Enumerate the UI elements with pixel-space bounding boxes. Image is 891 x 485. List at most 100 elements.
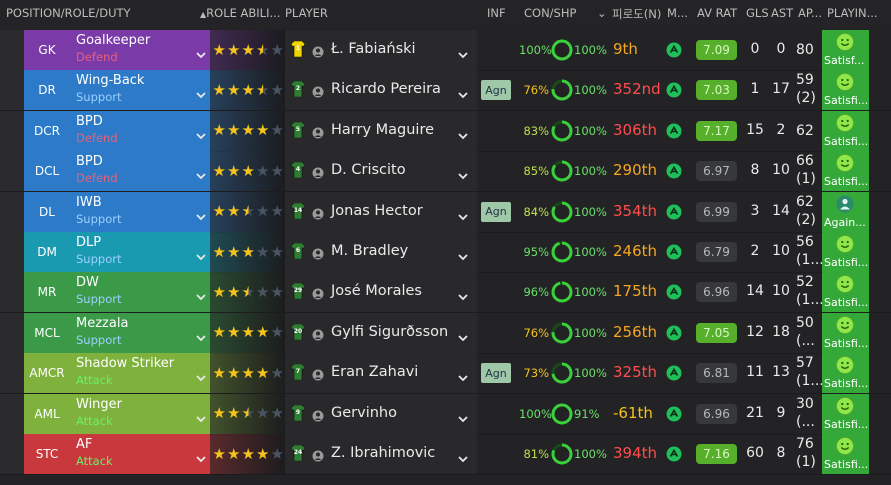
- chevron-down-icon[interactable]: [458, 166, 468, 180]
- chevron-down-icon[interactable]: [196, 247, 206, 261]
- playing-time-cell[interactable]: Satisfi...: [822, 151, 869, 192]
- col-ast[interactable]: AST: [771, 6, 793, 20]
- player-name[interactable]: Gervinho: [331, 405, 397, 421]
- role-duty-selector[interactable]: AF Attack: [70, 434, 210, 474]
- role-duty-selector[interactable]: DW Support: [70, 272, 210, 313]
- player-cell[interactable]: 1 Ł. Fabiański: [285, 30, 477, 70]
- player-cell[interactable]: 4 D. Criscito: [285, 151, 477, 192]
- role-duty-selector[interactable]: Goalkeeper Defend: [70, 30, 210, 70]
- player-cell[interactable]: 29 José Morales: [285, 272, 477, 313]
- chevron-down-icon[interactable]: [458, 207, 468, 220]
- col-role-ability[interactable]: ▲ROLE ABILI...: [200, 6, 280, 20]
- player-cell[interactable]: 2 Ricardo Pereira: [285, 70, 477, 111]
- playing-time-cell[interactable]: Satisf...: [822, 30, 869, 70]
- chevron-down-icon[interactable]: [196, 85, 206, 99]
- col-sort-arrow[interactable]: ⌄: [597, 6, 607, 20]
- role-duty-selector[interactable]: Wing-Back Support: [70, 70, 210, 111]
- assists-value: 18: [772, 323, 790, 340]
- table-row[interactable]: GK Goalkeeper Defend ★ ★ ★ ★ ★ 1 Ł. Fabiański 100%…: [0, 30, 891, 71]
- position-label: DCL: [24, 151, 70, 192]
- sharpness-value: 100%: [574, 366, 607, 381]
- player-name[interactable]: Ł. Fabiański: [331, 41, 416, 57]
- chevron-down-icon[interactable]: [458, 409, 468, 422]
- chevron-down-icon[interactable]: [458, 287, 468, 301]
- playing-time-cell[interactable]: Satisfi...: [822, 434, 869, 474]
- player-name[interactable]: José Morales: [331, 283, 422, 299]
- chevron-down-icon[interactable]: [196, 287, 206, 301]
- player-cell[interactable]: 6 M. Bradley: [285, 232, 477, 272]
- role-duty-selector[interactable]: Winger Attack: [70, 393, 210, 434]
- col-korean[interactable]: 피로도(N): [612, 6, 661, 22]
- influence-badge[interactable]: Agn: [481, 201, 511, 222]
- player-name[interactable]: Z. Ibrahimovic: [331, 445, 435, 461]
- role-duty-selector[interactable]: BPD Defend: [70, 151, 210, 192]
- player-cell[interactable]: 5 Harry Maguire: [285, 110, 477, 151]
- player-cell[interactable]: 9 Gervinho: [285, 393, 477, 434]
- role-duty-selector[interactable]: IWB Support: [70, 191, 210, 232]
- influence-badge[interactable]: Agn: [481, 363, 511, 384]
- chevron-down-icon[interactable]: [196, 126, 206, 140]
- duty-label: Support: [76, 90, 122, 105]
- table-row[interactable]: DL IWB Support ★ ★ ★ ★ ★ 14 Jonas Hector Agn 84% 100…: [0, 191, 891, 233]
- table-row[interactable]: MR DW Support ★ ★ ★ ★ ★ 29 José Morales 96% 100% 175…: [0, 272, 891, 314]
- table-row[interactable]: DCR BPD Defend ★ ★ ★ ★ ★ 5 Harry Maguire 83% 100% 30…: [0, 110, 891, 152]
- player-name[interactable]: Gylfi Sigurðsson: [331, 324, 448, 340]
- chevron-down-icon[interactable]: [458, 328, 468, 342]
- chevron-down-icon[interactable]: [196, 328, 206, 342]
- player-name[interactable]: Eran Zahavi: [331, 364, 418, 380]
- chevron-down-icon[interactable]: [196, 368, 206, 382]
- table-row[interactable]: DM DLP Support ★ ★ ★ ★ ★ 6 M. Bradley 95% 100% 246th…: [0, 232, 891, 273]
- playing-time-cell[interactable]: Satisfi...: [822, 353, 869, 394]
- chevron-down-icon[interactable]: [458, 449, 468, 463]
- chevron-down-icon[interactable]: [196, 449, 206, 463]
- chevron-down-icon[interactable]: [458, 247, 468, 261]
- role-duty-selector[interactable]: BPD Defend: [70, 110, 210, 151]
- col-inf[interactable]: INF: [487, 6, 506, 20]
- role-duty-selector[interactable]: Shadow Striker Attack: [70, 353, 210, 394]
- col-con-shp[interactable]: CON/SHP: [524, 6, 576, 20]
- chevron-down-icon[interactable]: [458, 45, 468, 59]
- playing-time-cell[interactable]: Satisfi...: [822, 232, 869, 272]
- influence-badge[interactable]: Agn: [481, 80, 511, 101]
- table-row[interactable]: AML Winger Attack ★ ★ ★ ★ ★ 9 Gervinho 100% 91% -61t…: [0, 393, 891, 435]
- col-playing[interactable]: PLAYIN...: [827, 6, 878, 20]
- chevron-down-icon[interactable]: [196, 166, 206, 180]
- player-name[interactable]: Ricardo Pereira: [331, 81, 441, 97]
- table-row[interactable]: DR Wing-Back Support ★ ★ ★ ★ ★ 2 Ricardo Pereira A…: [0, 70, 891, 112]
- player-name[interactable]: M. Bradley: [331, 243, 408, 259]
- chevron-down-icon[interactable]: [458, 85, 468, 99]
- table-row[interactable]: AMCR Shadow Striker Attack ★ ★ ★ ★ ★ 7 Eran Zahav…: [0, 353, 891, 395]
- condition-value: 76%: [523, 83, 549, 98]
- playing-time-cell[interactable]: Satisfi...: [822, 272, 869, 313]
- col-position[interactable]: POSITION/ROLE/DUTY: [6, 6, 131, 20]
- chevron-down-icon[interactable]: [196, 207, 206, 220]
- playing-time-cell[interactable]: Satisfi...: [822, 393, 869, 434]
- playing-time-cell[interactable]: Satisfi...: [822, 110, 869, 151]
- chevron-down-icon[interactable]: [196, 45, 206, 59]
- table-row[interactable]: MCL Mezzala Support ★ ★ ★ ★ ★ 20 Gylfi Sigurðsson…: [0, 312, 891, 354]
- chevron-down-icon[interactable]: [196, 409, 206, 422]
- col-m[interactable]: M...: [667, 6, 688, 20]
- role-duty-selector[interactable]: DLP Support: [70, 232, 210, 272]
- shirt-icon: 2: [290, 81, 306, 98]
- player-cell[interactable]: 14 Jonas Hector: [285, 191, 477, 232]
- player-cell[interactable]: 20 Gylfi Sigurðsson: [285, 312, 477, 353]
- playing-time-cell[interactable]: Satisfi...: [822, 312, 869, 353]
- chevron-down-icon[interactable]: [458, 368, 468, 382]
- col-av-rat[interactable]: AV RAT: [697, 6, 737, 20]
- playing-time-cell[interactable]: Satisfi...: [822, 70, 869, 111]
- table-row[interactable]: STC AF Attack ★ ★ ★ ★ ★ 24 Z. Ibrahimovic 81% 100% 3…: [0, 434, 891, 475]
- player-cell[interactable]: 24 Z. Ibrahimovic: [285, 434, 477, 474]
- role-duty-selector[interactable]: Mezzala Support: [70, 312, 210, 353]
- table-row[interactable]: DCL BPD Defend ★ ★ ★ ★ ★ 4 D. Criscito 85% 100% 290t…: [0, 151, 891, 193]
- col-apps[interactable]: AP...: [798, 6, 822, 20]
- col-gls[interactable]: GLS: [746, 6, 769, 20]
- chevron-down-icon[interactable]: [458, 126, 468, 140]
- player-name[interactable]: D. Criscito: [331, 162, 406, 178]
- player-name[interactable]: Harry Maguire: [331, 122, 434, 138]
- player-cell[interactable]: 7 Eran Zahavi: [285, 353, 477, 394]
- player-name[interactable]: Jonas Hector: [331, 203, 423, 219]
- col-player[interactable]: PLAYER: [285, 6, 328, 20]
- average-rating: 6.96: [696, 282, 737, 303]
- playing-time-cell[interactable]: Again...: [822, 191, 869, 232]
